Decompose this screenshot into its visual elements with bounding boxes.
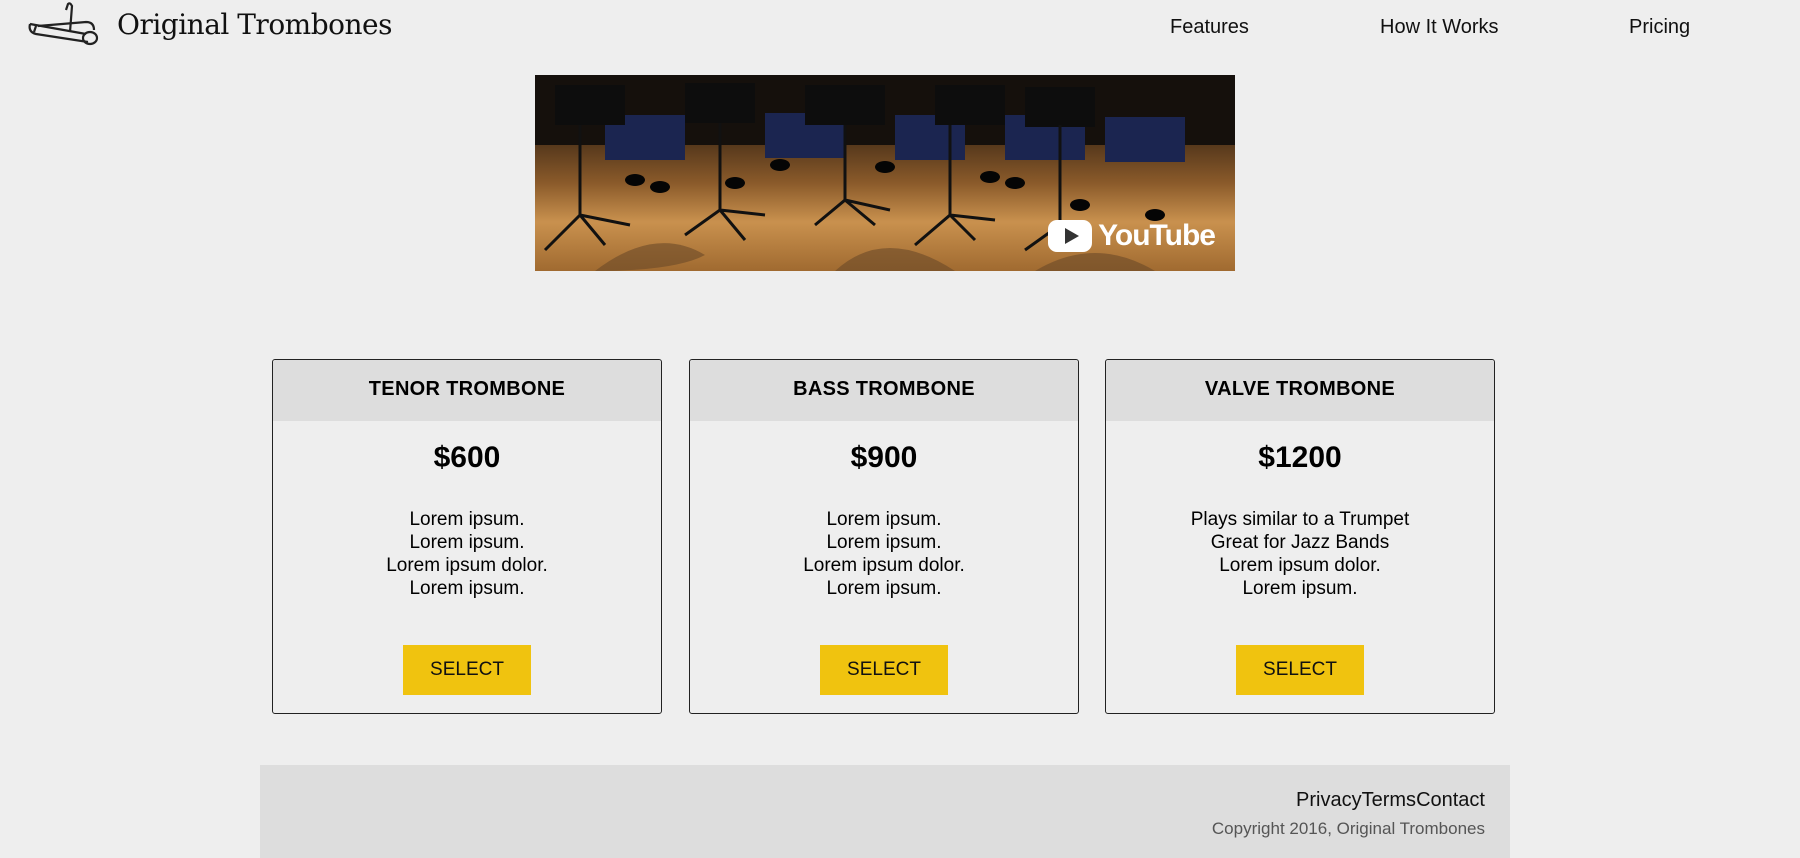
feature-item: Lorem ipsum. bbox=[409, 578, 525, 599]
brand-name[interactable]: Original Trombones bbox=[117, 8, 392, 41]
pricing-card-valve: VALVE TROMBONE $1200 Plays similar to a … bbox=[1105, 359, 1495, 714]
feature-item: Great for Jazz Bands bbox=[1210, 532, 1390, 553]
select-button-tenor[interactable]: SELECT bbox=[403, 645, 531, 695]
card-title: VALVE TROMBONE bbox=[1106, 360, 1494, 421]
feature-item: Lorem ipsum. bbox=[826, 532, 942, 553]
select-button-bass[interactable]: SELECT bbox=[820, 645, 948, 695]
feature-item: Lorem ipsum dolor. bbox=[386, 555, 548, 576]
site-footer: PrivacyTermsContact Copyright 2016, Orig… bbox=[260, 765, 1510, 858]
feature-item: Lorem ipsum. bbox=[409, 532, 525, 553]
feature-item: Lorem ipsum. bbox=[826, 578, 942, 599]
footer-links: PrivacyTermsContact bbox=[1296, 789, 1485, 812]
youtube-play-icon[interactable] bbox=[1048, 220, 1093, 252]
feature-item: Lorem ipsum. bbox=[826, 509, 942, 530]
feature-item: Lorem ipsum. bbox=[1242, 578, 1358, 599]
youtube-label: YouTube bbox=[1098, 219, 1216, 252]
card-price: $600 bbox=[433, 441, 501, 474]
feature-item: Lorem ipsum. bbox=[409, 509, 525, 530]
card-title: BASS TROMBONE bbox=[690, 360, 1078, 421]
feature-list: Plays similar to a Trumpet Great for Jaz… bbox=[1106, 508, 1494, 600]
footer-link-terms[interactable]: Terms bbox=[1362, 789, 1416, 811]
card-price: $900 bbox=[850, 441, 918, 474]
feature-list: Lorem ipsum. Lorem ipsum. Lorem ipsum do… bbox=[690, 508, 1078, 600]
copyright-text: Copyright 2016, Original Trombones bbox=[1211, 819, 1485, 838]
select-button-valve[interactable]: SELECT bbox=[1236, 645, 1364, 695]
feature-item: Lorem ipsum dolor. bbox=[1219, 555, 1381, 576]
footer-link-privacy[interactable]: Privacy bbox=[1296, 789, 1362, 811]
nav-features[interactable]: Features bbox=[1170, 16, 1249, 39]
nav-pricing[interactable]: Pricing bbox=[1629, 16, 1690, 39]
feature-list: Lorem ipsum. Lorem ipsum. Lorem ipsum do… bbox=[273, 508, 661, 600]
card-price: $1200 bbox=[1258, 441, 1342, 474]
feature-item: Lorem ipsum dolor. bbox=[803, 555, 965, 576]
site-header: Original Trombones Features How It Works… bbox=[0, 0, 1800, 60]
nav-how-it-works[interactable]: How It Works bbox=[1380, 16, 1499, 39]
video-player[interactable]: YouTube bbox=[535, 75, 1235, 271]
footer-link-contact[interactable]: Contact bbox=[1416, 789, 1485, 811]
pricing-card-tenor: TENOR TROMBONE $600 Lorem ipsum. Lorem i… bbox=[272, 359, 662, 714]
card-title: TENOR TROMBONE bbox=[273, 360, 661, 421]
pricing-card-bass: BASS TROMBONE $900 Lorem ipsum. Lorem ip… bbox=[689, 359, 1079, 714]
trombone-icon[interactable] bbox=[26, 2, 100, 50]
feature-item: Plays similar to a Trumpet bbox=[1190, 509, 1410, 530]
youtube-logo[interactable]: YouTube bbox=[1048, 219, 1216, 253]
